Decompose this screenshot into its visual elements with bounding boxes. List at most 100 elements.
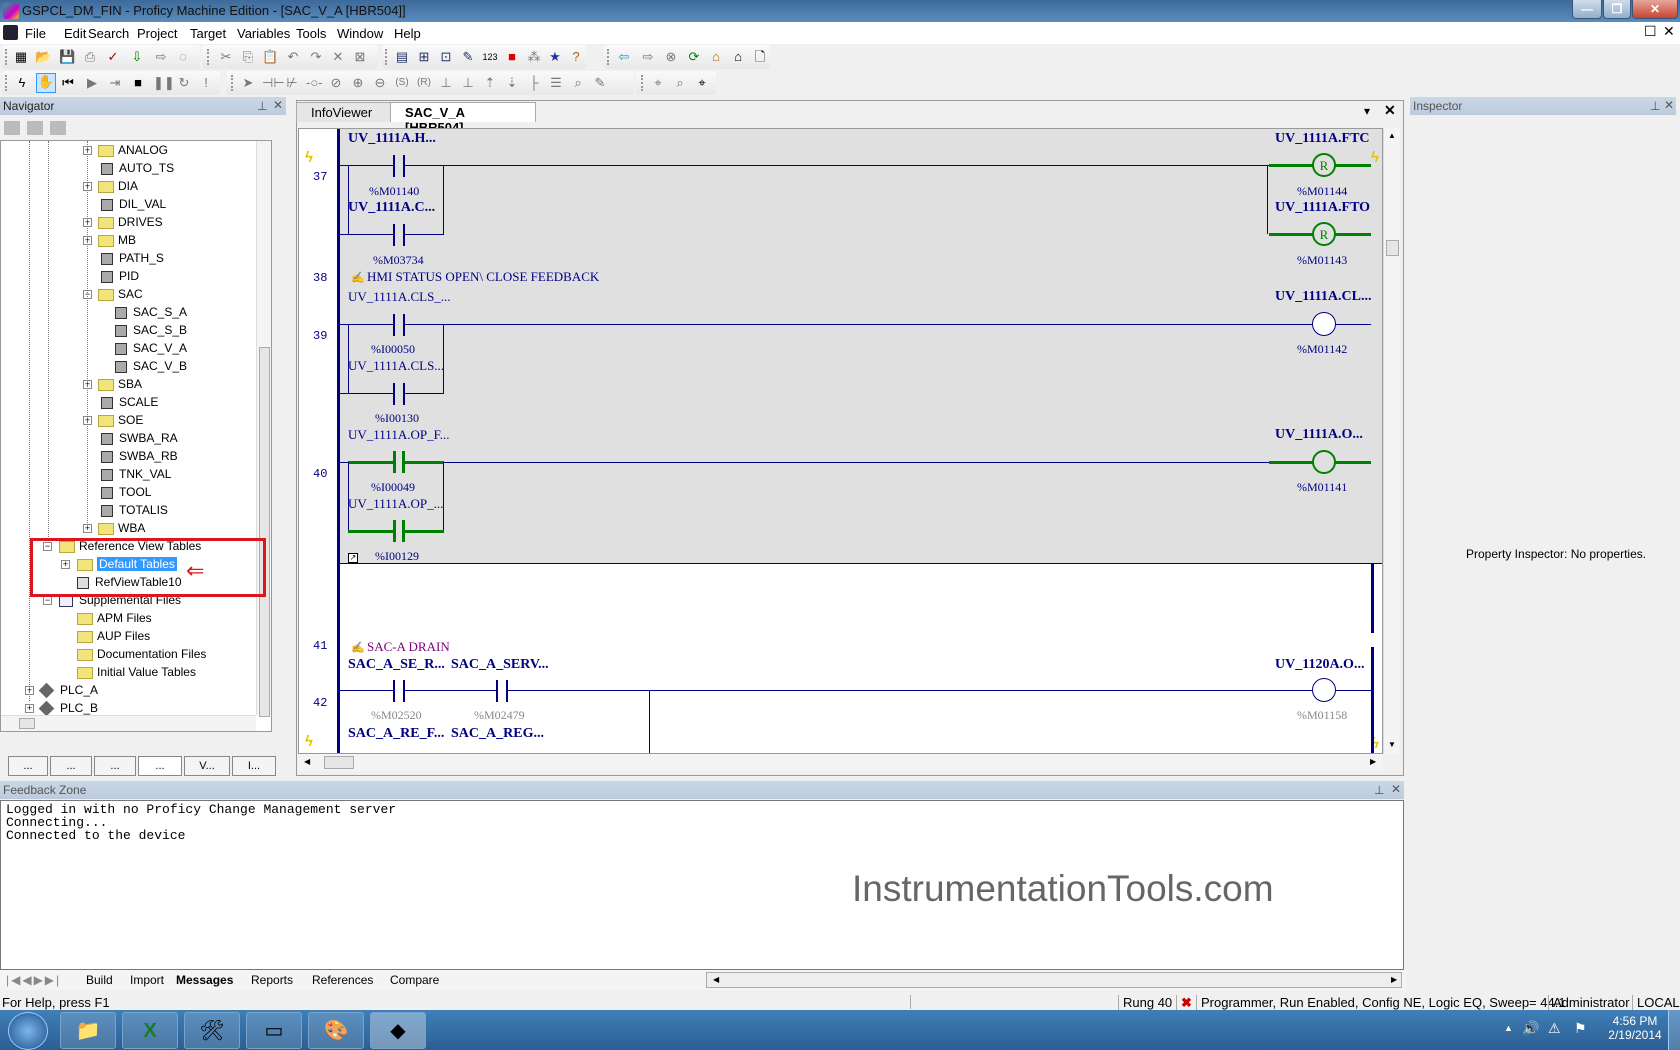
toolbar-grip[interactable] xyxy=(5,49,7,65)
navtab-project[interactable]: ... xyxy=(8,756,48,776)
coil[interactable] xyxy=(1312,312,1336,336)
contact-name[interactable]: UV_1111A.H... xyxy=(348,131,436,147)
copy-icon[interactable]: ⎘ xyxy=(240,49,256,65)
mdi-restore-button[interactable]: ☐ xyxy=(1644,23,1657,40)
scroll-right-icon[interactable]: ▶ xyxy=(1391,975,1397,984)
validate-icon[interactable]: ✓ xyxy=(105,49,121,65)
tree-item[interactable]: + WBA xyxy=(81,519,145,537)
coil-powered[interactable] xyxy=(1312,450,1336,474)
toolbar-grip[interactable] xyxy=(385,49,387,65)
navtab-manager[interactable]: ... xyxy=(138,756,182,776)
comment-icon[interactable]: ✎ xyxy=(592,75,608,91)
close-button[interactable]: ✕ xyxy=(1632,0,1678,19)
contact-no[interactable] xyxy=(393,155,405,177)
tree-item[interactable]: + DRIVES xyxy=(81,213,163,231)
contact-name[interactable]: SAC_A_SERV... xyxy=(451,657,549,673)
menu-search[interactable]: Search xyxy=(88,26,129,41)
contact-no[interactable] xyxy=(393,314,405,336)
taskbar-tools[interactable]: 🛠 xyxy=(184,1012,240,1049)
clear-icon[interactable]: ⊠ xyxy=(352,49,368,65)
contact-no-powered[interactable] xyxy=(393,451,405,473)
tree-item[interactable]: SCALE xyxy=(81,393,158,411)
toolbar-grip[interactable] xyxy=(5,75,7,91)
inspector-icon[interactable]: ⊡ xyxy=(438,49,454,65)
pin-icon[interactable]: ⊥ xyxy=(257,99,267,113)
scroll-left-icon[interactable]: ◀ xyxy=(304,757,310,766)
close-icon[interactable]: ✕ xyxy=(1664,98,1674,112)
taskbar-paint[interactable]: 🎨 xyxy=(308,1012,364,1049)
clock[interactable]: 4:56 PM 2/19/2014 xyxy=(1608,1014,1662,1042)
view-list-icon[interactable] xyxy=(4,121,20,135)
tree-item[interactable]: + MB xyxy=(81,231,136,249)
download-icon[interactable]: ⇩ xyxy=(129,49,145,65)
menu-file[interactable]: File xyxy=(25,26,46,41)
move-down-icon[interactable]: ⇣ xyxy=(504,75,520,91)
find-replace-icon[interactable]: ⌕ xyxy=(672,75,688,91)
tree-item-initial-value-tables[interactable]: Initial Value Tables xyxy=(77,663,196,681)
action-center-icon[interactable]: ⚑ xyxy=(1574,1020,1587,1037)
taskbar-control-panel[interactable]: ▭ xyxy=(246,1012,302,1049)
restore-button[interactable]: ❐ xyxy=(1603,0,1631,19)
menu-project[interactable]: Project xyxy=(137,26,177,41)
new-project-icon[interactable]: ▦ xyxy=(13,49,29,65)
coil[interactable] xyxy=(1312,678,1336,702)
tab-compare[interactable]: Compare xyxy=(390,973,439,987)
move-up-icon[interactable]: ⇡ xyxy=(482,75,498,91)
contact-name[interactable]: UV_1111A.OP_... xyxy=(348,496,443,512)
lightbulb-icon[interactable]: ◌ xyxy=(175,49,191,65)
scroll-up-icon[interactable]: ▲ xyxy=(1388,131,1396,140)
navtab-toolchest[interactable]: ... xyxy=(50,756,92,776)
scroll-down-icon[interactable]: ▼ xyxy=(1388,740,1396,749)
navtab-options[interactable]: ... xyxy=(94,756,136,776)
open-icon[interactable]: 📂 xyxy=(35,49,51,65)
pin-icon[interactable]: ⊥ xyxy=(1650,99,1660,113)
help-icon[interactable]: ★ xyxy=(547,49,563,65)
editor-close-icon[interactable]: ✕ xyxy=(1384,102,1396,119)
tree-item[interactable]: SAC_V_A xyxy=(111,339,187,357)
menu-window[interactable]: Window xyxy=(337,26,383,41)
navigator-icon[interactable]: ▤ xyxy=(394,49,410,65)
scroll-thumb[interactable] xyxy=(324,756,354,769)
collapse-icon[interactable]: − xyxy=(43,596,52,605)
paste-icon[interactable]: 📋 xyxy=(262,49,278,65)
stop-icon[interactable]: ⊗ xyxy=(663,49,679,65)
help-books-icon[interactable]: ? xyxy=(568,49,584,65)
editor-vscrollbar[interactable]: ▲ ▼ xyxy=(1383,128,1400,754)
tab-references[interactable]: References xyxy=(312,973,373,987)
expand-rung-icon[interactable]: ↗ xyxy=(348,553,358,563)
home-icon[interactable]: ⌂ xyxy=(708,49,724,65)
tree-item[interactable]: SAC_S_B xyxy=(111,321,187,339)
coil-name[interactable]: UV_1111A.FTC xyxy=(1275,131,1370,147)
tab-list-icon[interactable]: ▾ xyxy=(1364,104,1370,118)
navtab-variables[interactable]: V... xyxy=(184,756,230,776)
feedback-hscrollbar[interactable]: ◀ ▶ xyxy=(706,972,1402,988)
tree-item[interactable]: SAC_S_A xyxy=(111,303,187,321)
online-icon[interactable]: ϟ xyxy=(14,75,30,91)
reference-icon[interactable]: 123 xyxy=(482,49,498,65)
network-icon[interactable]: ⚠ xyxy=(1548,1020,1561,1037)
tree-item[interactable]: SWBA_RA xyxy=(81,429,178,447)
contact-name[interactable]: SAC_A_SE_R... xyxy=(348,657,445,673)
tree-item[interactable]: TOTALIS xyxy=(81,501,168,519)
contact-nc-icon[interactable]: ⊬ xyxy=(284,75,300,91)
menu-target[interactable]: Target xyxy=(190,26,226,41)
stop-plc-icon[interactable]: ■ xyxy=(130,75,146,91)
coil-icon[interactable]: -○- xyxy=(306,75,323,91)
wire-icon[interactable]: ├ xyxy=(526,75,542,91)
contact-name[interactable]: UV_1111A.OP_F... xyxy=(348,427,450,443)
navigator-hscrollbar[interactable] xyxy=(1,715,256,731)
contact-no-powered[interactable] xyxy=(393,520,405,542)
document-menu-icon[interactable] xyxy=(3,25,18,40)
pin-icon[interactable]: ⊥ xyxy=(1374,783,1384,797)
set-coil-icon[interactable]: (S) xyxy=(394,75,410,91)
tree-item-plc-a[interactable]: + PLC_A xyxy=(25,681,98,699)
tree-item[interactable]: + ANALOG xyxy=(81,141,168,159)
show-desktop-button[interactable] xyxy=(1668,1010,1680,1050)
menu-tools[interactable]: Tools xyxy=(296,26,326,41)
tree-item[interactable]: PATH_S xyxy=(81,249,164,267)
select-icon[interactable]: ➤ xyxy=(240,75,256,91)
contact-name[interactable]: UV_1111A.CLS... xyxy=(348,358,444,374)
navigator-vscrollbar[interactable] xyxy=(256,141,271,717)
menu-help[interactable]: Help xyxy=(394,26,421,41)
toolchest-icon[interactable]: ■ xyxy=(504,49,520,65)
